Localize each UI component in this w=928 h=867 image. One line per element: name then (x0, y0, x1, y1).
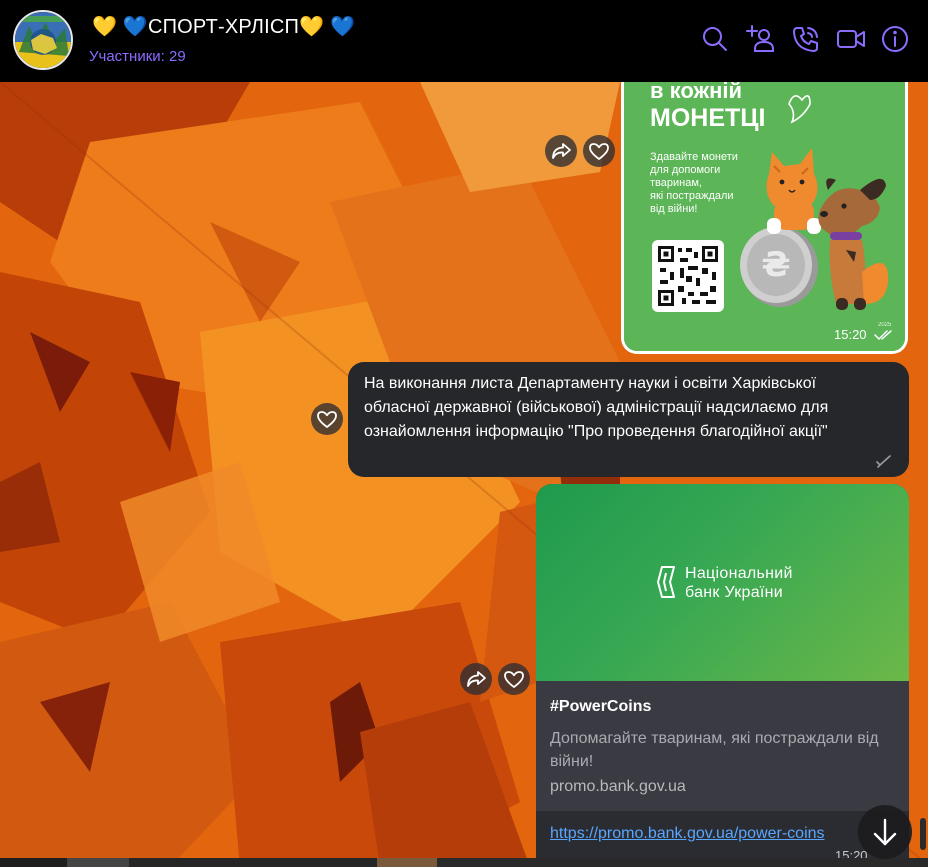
message-line: На виконання листа Департаменту науки і … (364, 375, 817, 392)
link-preview-body[interactable]: #PowerCoins Допомагайте тваринам, які по… (536, 681, 909, 811)
message-time: 15:20 (834, 327, 867, 342)
link-title: #PowerCoins (550, 698, 652, 715)
nbu-logo-icon (654, 565, 678, 604)
message-link[interactable]: https://promo.bank.gov.ua/power-coins (550, 825, 825, 843)
link-preview-image[interactable]: Національний банк України (536, 484, 909, 681)
text-message[interactable]: На виконання листа Департаменту науки і … (348, 362, 909, 477)
forward-button[interactable] (460, 663, 492, 695)
search-icon[interactable] (700, 24, 730, 54)
forward-button[interactable] (545, 135, 577, 167)
sent-status-icon (876, 452, 892, 476)
chat-window: 💛 💙СПОРТ-ХРЛІСП💛 💙 Участники: 29 в кожні… (0, 0, 928, 867)
nbu-brand: Національний банк України (685, 565, 793, 601)
message-line: ознайомлення інформацію "Про проведення … (364, 423, 828, 440)
poster-line1: в кожній (650, 82, 742, 103)
like-button[interactable] (583, 135, 615, 167)
video-icon[interactable] (836, 24, 866, 54)
coin-symbol: ₴ (761, 245, 790, 285)
like-button[interactable] (498, 663, 530, 695)
poster-line2: МОНЕТЦІ (650, 104, 765, 132)
info-icon[interactable] (880, 24, 910, 54)
chat-header: 💛 💙СПОРТ-ХРЛІСП💛 💙 Участники: 29 (0, 0, 928, 82)
like-button[interactable] (311, 403, 343, 435)
double-check-icon (874, 329, 894, 341)
message-line: обласної державної (військової) адмініст… (364, 399, 829, 416)
image-message[interactable]: в кожній МОНЕТЦІ Здавайте монети для доп… (621, 82, 908, 354)
link-preview-message[interactable]: Національний банк України #PowerCoins До… (536, 484, 909, 867)
members-count[interactable]: Участники: 29 (89, 48, 186, 65)
call-icon[interactable] (791, 24, 821, 54)
add-user-icon[interactable] (746, 24, 776, 54)
qr-code (652, 240, 724, 312)
chat-title[interactable]: 💛 💙СПОРТ-ХРЛІСП💛 💙 (92, 14, 355, 39)
scrollbar-thumb[interactable] (920, 818, 926, 850)
arrow-down-icon (873, 818, 897, 846)
coin-year: 2025 (878, 322, 892, 328)
link-domain: promo.bank.gov.ua (550, 778, 686, 795)
bottom-strip (0, 858, 928, 867)
group-avatar[interactable] (13, 10, 73, 70)
link-description: Допомагайте тваринам, які постраждали ві… (550, 730, 879, 770)
scroll-down-button[interactable] (858, 805, 912, 859)
